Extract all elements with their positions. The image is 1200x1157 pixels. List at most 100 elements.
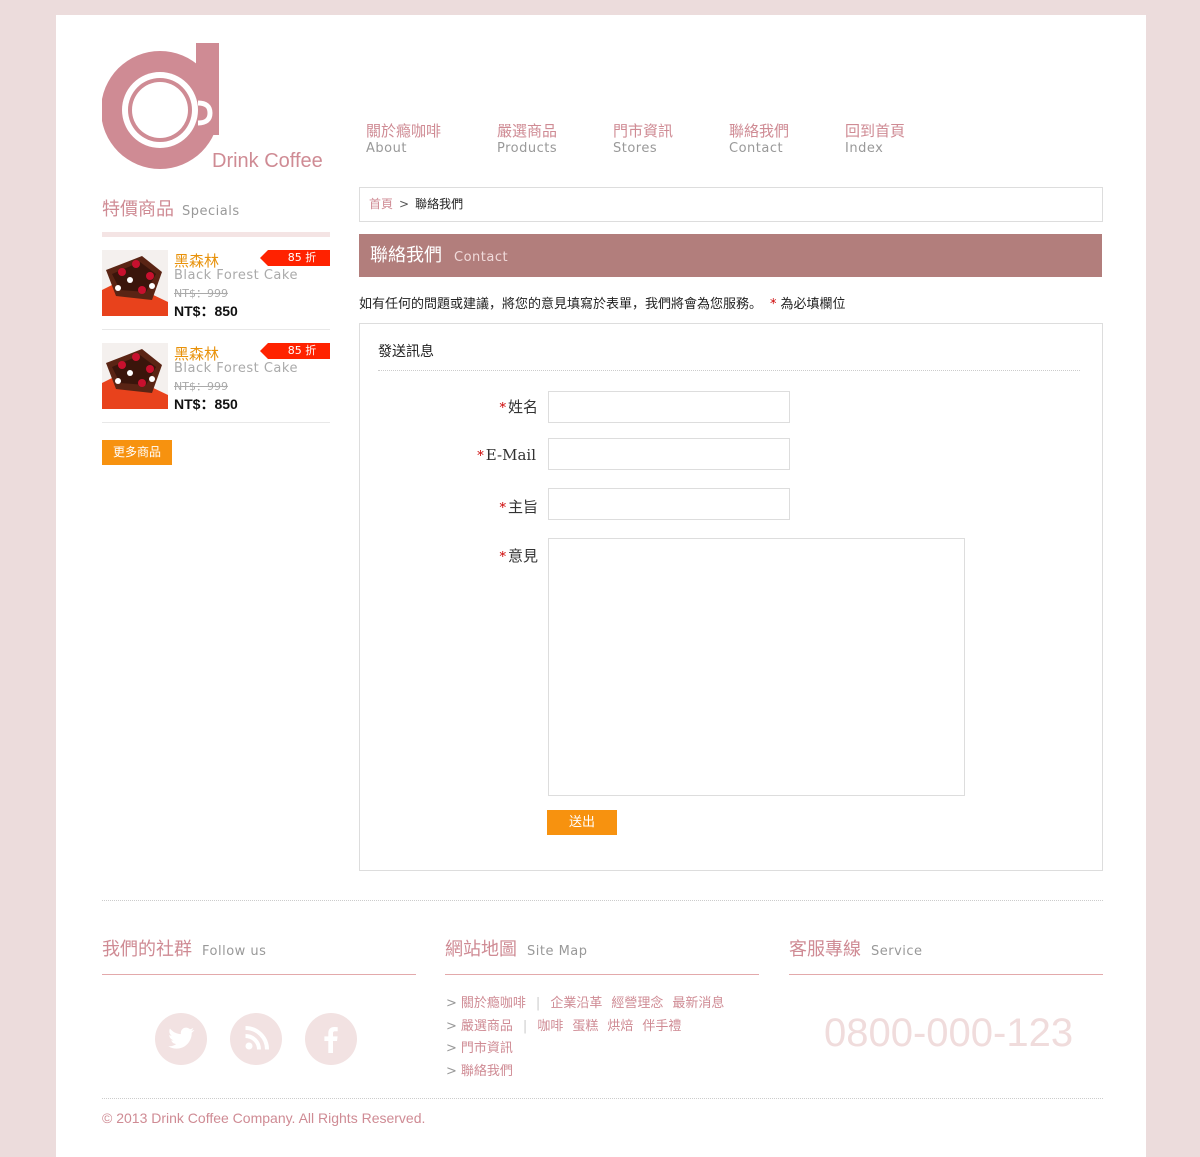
page-container: Drink Coffee 關於瘾咖啡 About 嚴選商品 Products 門… xyxy=(56,15,1146,1157)
name-label: * 姓名 xyxy=(378,396,538,417)
message-label: * 意見 xyxy=(378,545,538,566)
sitemap-link-gifts[interactable]: 伴手禮 xyxy=(642,1016,681,1039)
section-title-en: Contact xyxy=(454,250,509,265)
sitemap-row: > 聯絡我們 xyxy=(446,1061,733,1084)
nav-item-about[interactable]: 關於瘾咖啡 About xyxy=(366,121,497,157)
sitemap-link-history[interactable]: 企業沿革 xyxy=(550,993,602,1016)
nav-item-index[interactable]: 回到首頁 Index xyxy=(845,121,925,157)
divider: | xyxy=(535,996,541,1011)
logo-text: Drink Coffee xyxy=(212,150,323,172)
name-field[interactable] xyxy=(548,391,790,423)
divider: | xyxy=(522,1018,528,1034)
message-label-text: 意見 xyxy=(507,547,538,565)
specials-title-zh: 特價商品 xyxy=(102,199,174,220)
form-title: 發送訊息 xyxy=(378,344,434,360)
sitemap-link-contact[interactable]: 聯絡我們 xyxy=(461,1061,513,1084)
message-textarea[interactable] xyxy=(548,538,965,796)
nav-label-zh: 嚴選商品 xyxy=(497,122,558,140)
sitemap-row: > 門市資訊 xyxy=(446,1038,733,1061)
nav-label-en: Contact xyxy=(729,141,784,156)
chevron-right-icon: > xyxy=(446,1018,457,1034)
twitter-icon[interactable] xyxy=(155,1013,207,1065)
chevron-right-icon: > xyxy=(446,1063,457,1079)
rss-feed-icon xyxy=(245,1026,269,1050)
intro-text: 如有任何的問題或建議，將您的意見填寫於表單，我們將會為您服務。 xyxy=(359,297,763,312)
special-product-card[interactable]: 黑森林 Black Forest Cake NT$：999 NT$：850 85… xyxy=(102,250,330,330)
form-intro: 如有任何的問題或建議，將您的意見填寫於表單，我們將會為您服務。 * 為必填欄位 xyxy=(359,293,846,312)
rss-icon[interactable] xyxy=(230,1013,282,1065)
service-title-en: Service xyxy=(871,944,923,959)
black-forest-cake-image xyxy=(102,250,168,316)
nav-item-stores[interactable]: 門市資訊 Stores xyxy=(613,121,729,157)
nav-label-zh: 聯絡我們 xyxy=(729,122,790,140)
required-star: * xyxy=(770,297,777,312)
product-sale-price: NT$：850 xyxy=(174,303,238,319)
section-header: 聯絡我們 Contact xyxy=(359,234,1102,277)
sitemap-row: > 關於瘾咖啡 | 企業沿革 經營理念 最新消息 xyxy=(446,993,733,1016)
nav-label-en: Index xyxy=(845,141,884,156)
chevron-right-icon: > xyxy=(446,996,457,1011)
product-original-price: NT$：999 xyxy=(174,287,228,300)
required-mark: * xyxy=(499,401,506,416)
subject-label-text: 主旨 xyxy=(507,498,538,516)
nav-label-zh: 門市資訊 xyxy=(613,122,674,140)
cake-thumbnail[interactable] xyxy=(102,343,168,409)
subject-field[interactable] xyxy=(548,488,790,520)
email-field[interactable] xyxy=(548,438,790,470)
special-product-card[interactable]: 黑森林 Black Forest Cake NT$：999 NT$：850 85… xyxy=(102,343,330,423)
sitemap-link-stores[interactable]: 門市資訊 xyxy=(461,1038,513,1061)
sitemap-row: > 嚴選商品 | 咖啡 蛋糕 烘焙 伴手禮 xyxy=(446,1016,733,1039)
product-sale-price: NT$：850 xyxy=(174,396,238,412)
submit-button[interactable]: 送出 xyxy=(547,810,617,835)
section-title-zh: 聯絡我們 xyxy=(370,245,442,266)
sitemap-link-about[interactable]: 關於瘾咖啡 xyxy=(461,993,526,1016)
facebook-icon[interactable] xyxy=(305,1013,357,1065)
nav-label-en: Stores xyxy=(613,141,658,156)
service-phone-number: 0800-000-123 xyxy=(824,1011,1074,1055)
name-label-text: 姓名 xyxy=(507,398,538,416)
cake-thumbnail[interactable] xyxy=(102,250,168,316)
email-label-text: E-Mail xyxy=(485,446,536,464)
service-heading: 客服專線 Service xyxy=(789,935,1103,975)
copyright: © 2013 Drink Coffee Company. All Rights … xyxy=(102,1110,426,1126)
social-title-zh: 我們的社群 xyxy=(102,939,192,960)
required-mark: * xyxy=(477,449,484,464)
logo[interactable]: Drink Coffee xyxy=(101,43,332,173)
email-label: * E-Mail xyxy=(376,446,536,464)
sitemap-link-products[interactable]: 嚴選商品 xyxy=(461,1016,513,1039)
sitemap-link-cake[interactable]: 蛋糕 xyxy=(572,1016,598,1039)
footer-divider xyxy=(102,900,1103,901)
required-note: 為必填欄位 xyxy=(780,297,846,312)
form-divider xyxy=(378,370,1080,371)
required-mark: * xyxy=(499,501,506,516)
nav-item-products[interactable]: 嚴選商品 Products xyxy=(497,121,613,157)
breadcrumb-home-link[interactable]: 首頁 xyxy=(369,197,393,211)
social-heading: 我們的社群 Follow us xyxy=(102,935,416,975)
main-nav: 關於瘾咖啡 About 嚴選商品 Products 門市資訊 Stores 聯絡… xyxy=(366,121,925,157)
nav-label-zh: 關於瘾咖啡 xyxy=(366,122,442,140)
product-english-name: Black Forest Cake xyxy=(174,268,298,283)
more-products-button[interactable]: 更多商品 xyxy=(102,440,172,465)
service-title-zh: 客服專線 xyxy=(789,939,861,960)
sitemap-link-bakery[interactable]: 烘焙 xyxy=(607,1016,633,1039)
nav-item-contact[interactable]: 聯絡我們 Contact xyxy=(729,121,845,157)
black-forest-cake-image xyxy=(102,343,168,409)
twitter-bird-icon xyxy=(168,1027,195,1049)
sitemap-link-coffee[interactable]: 咖啡 xyxy=(537,1016,563,1039)
product-english-name: Black Forest Cake xyxy=(174,361,298,376)
social-title-en: Follow us xyxy=(202,944,267,959)
specials-heading: 特價商品 Specials xyxy=(102,195,330,237)
facebook-f-icon xyxy=(324,1027,338,1053)
required-mark: * xyxy=(499,550,506,565)
breadcrumb: 首頁 > 聯絡我們 xyxy=(359,187,1103,222)
nav-label-en: About xyxy=(366,141,407,156)
footer-bottom-divider xyxy=(102,1098,1103,1099)
sitemap-link-philosophy[interactable]: 經營理念 xyxy=(611,993,663,1016)
subject-label: * 主旨 xyxy=(378,496,538,517)
sitemap-links: > 關於瘾咖啡 | 企業沿革 經營理念 最新消息 > 嚴選商品 | 咖啡 蛋糕 … xyxy=(446,993,733,1083)
sitemap-title-en: Site Map xyxy=(527,944,588,959)
sitemap-heading: 網站地圖 Site Map xyxy=(445,935,759,975)
sitemap-link-news[interactable]: 最新消息 xyxy=(672,993,724,1016)
breadcrumb-current: 聯絡我們 xyxy=(415,197,464,211)
discount-badge: 85 折 xyxy=(260,250,330,266)
